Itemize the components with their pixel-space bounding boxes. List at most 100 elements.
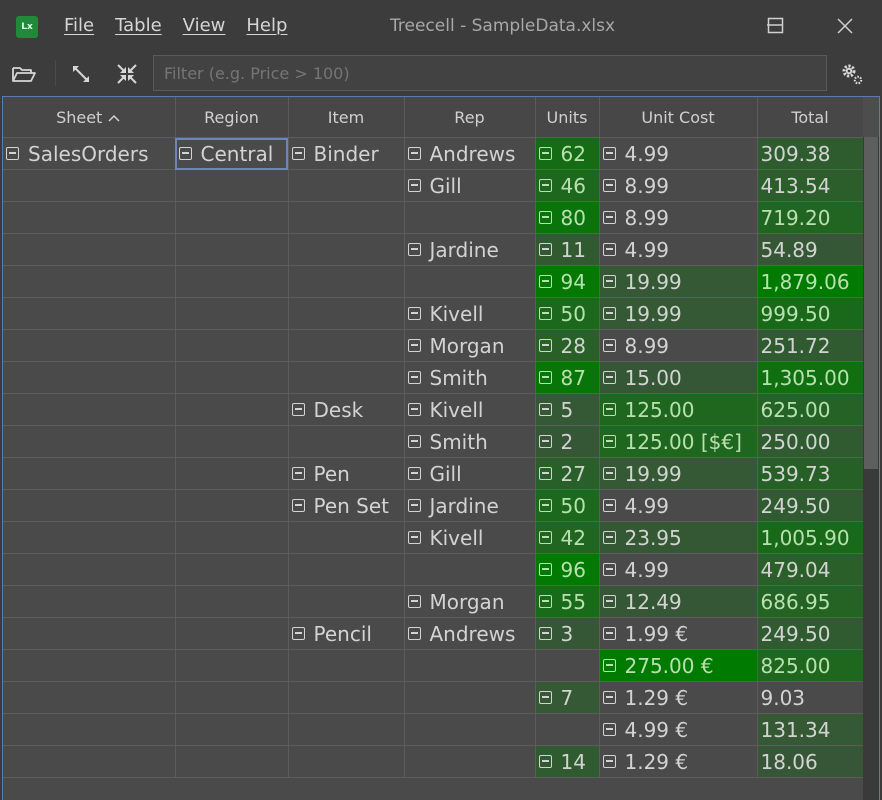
column-header-units[interactable]: Units bbox=[535, 97, 600, 138]
cell-rep[interactable] bbox=[404, 553, 536, 586]
cell-total[interactable]: 249.50 bbox=[757, 489, 864, 522]
collapse-toggle-icon[interactable] bbox=[407, 338, 421, 352]
cell-rep[interactable] bbox=[404, 201, 536, 234]
collapse-toggle-icon[interactable] bbox=[538, 498, 552, 512]
cell-total[interactable]: 54.89 bbox=[757, 233, 864, 266]
cell-region[interactable]: Central bbox=[175, 137, 289, 170]
collapse-toggle-icon[interactable] bbox=[538, 434, 552, 448]
cell-region[interactable] bbox=[175, 233, 289, 266]
cell-item[interactable] bbox=[288, 361, 405, 394]
collapse-toggle-icon[interactable] bbox=[538, 562, 552, 576]
cell-unit-cost[interactable]: 125.00 [$€] bbox=[599, 425, 758, 458]
cell-sheet[interactable]: SalesOrders bbox=[3, 137, 176, 170]
filter-input[interactable] bbox=[153, 55, 827, 91]
collapse-toggle-icon[interactable] bbox=[407, 242, 421, 256]
collapse-toggle-icon[interactable] bbox=[407, 146, 421, 160]
cell-total[interactable]: 999.50 bbox=[757, 297, 864, 330]
cell-unit-cost[interactable]: 12.49 bbox=[599, 585, 758, 618]
cell-unit-cost[interactable]: 8.99 bbox=[599, 169, 758, 202]
collapse-toggle-icon[interactable] bbox=[407, 498, 421, 512]
cell-units[interactable]: 62 bbox=[535, 137, 600, 170]
cell-item[interactable]: Pen Set bbox=[288, 489, 405, 522]
cell-total[interactable]: 413.54 bbox=[757, 169, 864, 202]
cell-unit-cost[interactable]: 19.99 bbox=[599, 297, 758, 330]
cell-rep[interactable]: Andrews bbox=[404, 617, 536, 650]
cell-unit-cost[interactable]: 15.00 bbox=[599, 361, 758, 394]
column-header-item[interactable]: Item bbox=[288, 97, 405, 138]
cell-total[interactable]: 479.04 bbox=[757, 553, 864, 586]
cell-region[interactable] bbox=[175, 521, 289, 554]
cell-region[interactable] bbox=[175, 553, 289, 586]
cell-rep[interactable] bbox=[404, 265, 536, 298]
collapse-toggle-icon[interactable] bbox=[538, 594, 552, 608]
cell-sheet[interactable] bbox=[3, 329, 176, 362]
cell-units[interactable]: 3 bbox=[535, 617, 600, 650]
collapse-toggle-icon[interactable] bbox=[538, 690, 552, 704]
collapse-toggle-icon[interactable] bbox=[602, 594, 616, 608]
cell-sheet[interactable] bbox=[3, 681, 176, 714]
collapse-toggle-icon[interactable] bbox=[602, 466, 616, 480]
cell-item[interactable] bbox=[288, 297, 405, 330]
cell-rep[interactable]: Smith bbox=[404, 425, 536, 458]
cell-units[interactable]: 7 bbox=[535, 681, 600, 714]
collapse-toggle-icon[interactable] bbox=[407, 178, 421, 192]
collapse-toggle-icon[interactable] bbox=[407, 306, 421, 320]
collapse-toggle-icon[interactable] bbox=[407, 594, 421, 608]
collapse-toggle-icon[interactable] bbox=[291, 466, 305, 480]
cell-unit-cost[interactable]: 8.99 bbox=[599, 329, 758, 362]
cell-rep[interactable]: Jardine bbox=[404, 233, 536, 266]
cell-item[interactable]: Pencil bbox=[288, 617, 405, 650]
cell-unit-cost[interactable]: 4.99 bbox=[599, 553, 758, 586]
cell-item[interactable] bbox=[288, 681, 405, 714]
collapse-toggle-icon[interactable] bbox=[291, 146, 305, 160]
collapse-toggle-icon[interactable] bbox=[602, 210, 616, 224]
cell-units[interactable] bbox=[535, 649, 600, 682]
cell-item[interactable] bbox=[288, 265, 405, 298]
menu-help[interactable]: Help bbox=[246, 15, 287, 36]
cell-total[interactable]: 131.34 bbox=[757, 713, 864, 746]
cell-rep[interactable]: Smith bbox=[404, 361, 536, 394]
cell-unit-cost[interactable]: 19.99 bbox=[599, 457, 758, 490]
cell-region[interactable] bbox=[175, 361, 289, 394]
cell-region[interactable] bbox=[175, 425, 289, 458]
cell-item[interactable]: Pen bbox=[288, 457, 405, 490]
cell-item[interactable] bbox=[288, 649, 405, 682]
collapse-toggle-icon[interactable] bbox=[291, 402, 305, 416]
collapse-toggle-icon[interactable] bbox=[602, 690, 616, 704]
cell-sheet[interactable] bbox=[3, 393, 176, 426]
cell-total[interactable]: 250.00 bbox=[757, 425, 864, 458]
cell-total[interactable]: 625.00 bbox=[757, 393, 864, 426]
collapse-toggle-icon[interactable] bbox=[602, 434, 616, 448]
cell-units[interactable]: 87 bbox=[535, 361, 600, 394]
collapse-toggle-icon[interactable] bbox=[602, 146, 616, 160]
cell-unit-cost[interactable]: 4.99 bbox=[599, 233, 758, 266]
collapse-toggle-icon[interactable] bbox=[407, 402, 421, 416]
cell-item[interactable] bbox=[288, 521, 405, 554]
collapse-toggle-icon[interactable] bbox=[602, 242, 616, 256]
collapse-toggle-icon[interactable] bbox=[602, 178, 616, 192]
collapse-toggle-icon[interactable] bbox=[291, 626, 305, 640]
cell-units[interactable]: 80 bbox=[535, 201, 600, 234]
cell-rep[interactable] bbox=[404, 649, 536, 682]
cell-units[interactable]: 94 bbox=[535, 265, 600, 298]
cell-total[interactable]: 18.06 bbox=[757, 745, 864, 778]
collapse-toggle-icon[interactable] bbox=[538, 466, 552, 480]
cell-rep[interactable]: Jardine bbox=[404, 489, 536, 522]
cell-sheet[interactable] bbox=[3, 745, 176, 778]
cell-sheet[interactable] bbox=[3, 649, 176, 682]
cell-region[interactable] bbox=[175, 745, 289, 778]
collapse-toggle-icon[interactable] bbox=[538, 146, 552, 160]
cell-region[interactable] bbox=[175, 329, 289, 362]
cell-unit-cost[interactable]: 1.29 € bbox=[599, 745, 758, 778]
collapse-toggle-icon[interactable] bbox=[602, 338, 616, 352]
cell-item[interactable] bbox=[288, 745, 405, 778]
cell-sheet[interactable] bbox=[3, 425, 176, 458]
cell-total[interactable]: 251.72 bbox=[757, 329, 864, 362]
cell-item[interactable] bbox=[288, 201, 405, 234]
collapse-toggle-icon[interactable] bbox=[407, 434, 421, 448]
cell-sheet[interactable] bbox=[3, 201, 176, 234]
cell-rep[interactable]: Kivell bbox=[404, 297, 536, 330]
cell-region[interactable] bbox=[175, 681, 289, 714]
collapse-toggle-icon[interactable] bbox=[538, 178, 552, 192]
collapse-toggle-icon[interactable] bbox=[602, 626, 616, 640]
